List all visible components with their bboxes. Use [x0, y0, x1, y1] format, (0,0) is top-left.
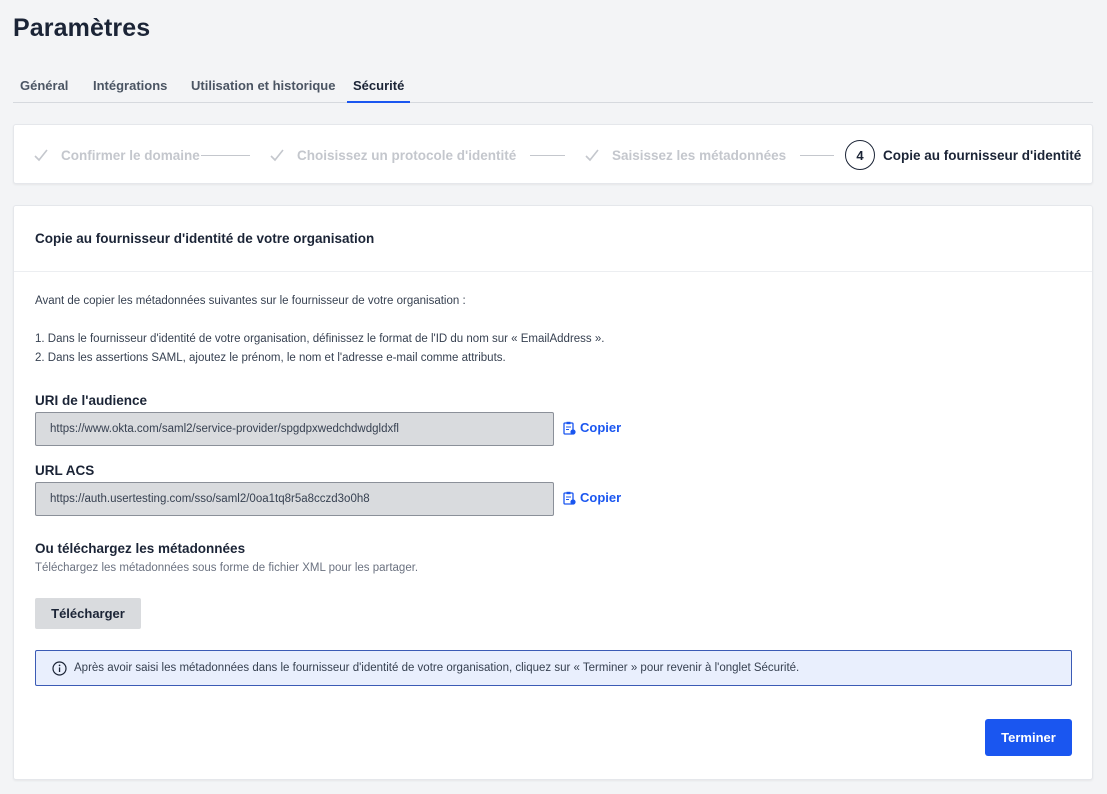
info-icon [52, 660, 67, 676]
step-connector [800, 155, 834, 156]
step-label: Confirmer le domaine [61, 147, 200, 163]
copy-audience-button[interactable]: Copier [563, 420, 621, 435]
audience-uri-label: URI de l'audience [35, 393, 147, 408]
step-label: Saisissez les métadonnées [612, 147, 787, 163]
step-connector [530, 155, 565, 156]
finish-button[interactable]: Terminer [985, 719, 1072, 756]
acs-url-field[interactable]: https://auth.usertesting.com/sso/saml2/0… [35, 482, 554, 516]
intro-text: Avant de copier les métadonnées suivante… [35, 295, 466, 307]
card-title: Copie au fournisseur d'identité de votre… [14, 206, 1092, 272]
clipboard-icon [563, 421, 576, 435]
download-title: Ou téléchargez les métadonnées [35, 541, 246, 556]
download-subtitle: Téléchargez les métadonnées sous forme d… [35, 562, 419, 574]
tab-integrations[interactable]: Intégrations [93, 78, 167, 103]
setup-stepper: Confirmer le domaine Choisissez un proto… [13, 124, 1093, 184]
step-number: 4 [845, 140, 875, 170]
check-icon [270, 149, 284, 162]
tab-security[interactable]: Sécurité [347, 78, 411, 103]
info-text: Après avoir saisi les métadonnées dans l… [74, 662, 800, 674]
step-label: Copie au fournisseur d'identité [883, 147, 1082, 163]
check-icon [34, 149, 48, 162]
tab-general[interactable]: Général [20, 78, 68, 103]
step-enter-metadata: Saisissez les métadonnées [583, 125, 786, 185]
check-icon [585, 149, 599, 162]
step-copy-to-idp: 4 Copie au fournisseur d'identité [845, 125, 1081, 185]
clipboard-icon [563, 491, 576, 505]
step-label: Choisissez un protocole d'identité [297, 147, 517, 163]
page-title: Paramètres [13, 14, 151, 42]
info-banner: Après avoir saisi les métadonnées dans l… [35, 650, 1072, 686]
idp-copy-card: Copie au fournisseur d'identité de votre… [13, 205, 1093, 780]
copy-acs-button[interactable]: Copier [563, 490, 621, 505]
audience-uri-field[interactable]: https://www.okta.com/saml2/service-provi… [35, 412, 554, 446]
instruction-2: 2. Dans les assertions SAML, ajoutez le … [35, 352, 506, 364]
acs-url-label: URL ACS [35, 463, 95, 478]
step-choose-protocol: Choisissez un protocole d'identité [268, 125, 516, 185]
tab-usage-history[interactable]: Utilisation et historique [191, 78, 335, 103]
copy-label: Copier [580, 490, 622, 505]
instruction-1: 1. Dans le fournisseur d'identité de vot… [35, 333, 605, 345]
tab-bar: Général Intégrations Utilisation et hist… [13, 72, 1093, 103]
copy-label: Copier [580, 420, 622, 435]
step-confirm-domain: Confirmer le domaine [32, 125, 200, 185]
step-connector [201, 155, 250, 156]
download-button[interactable]: Télécharger [35, 598, 141, 629]
